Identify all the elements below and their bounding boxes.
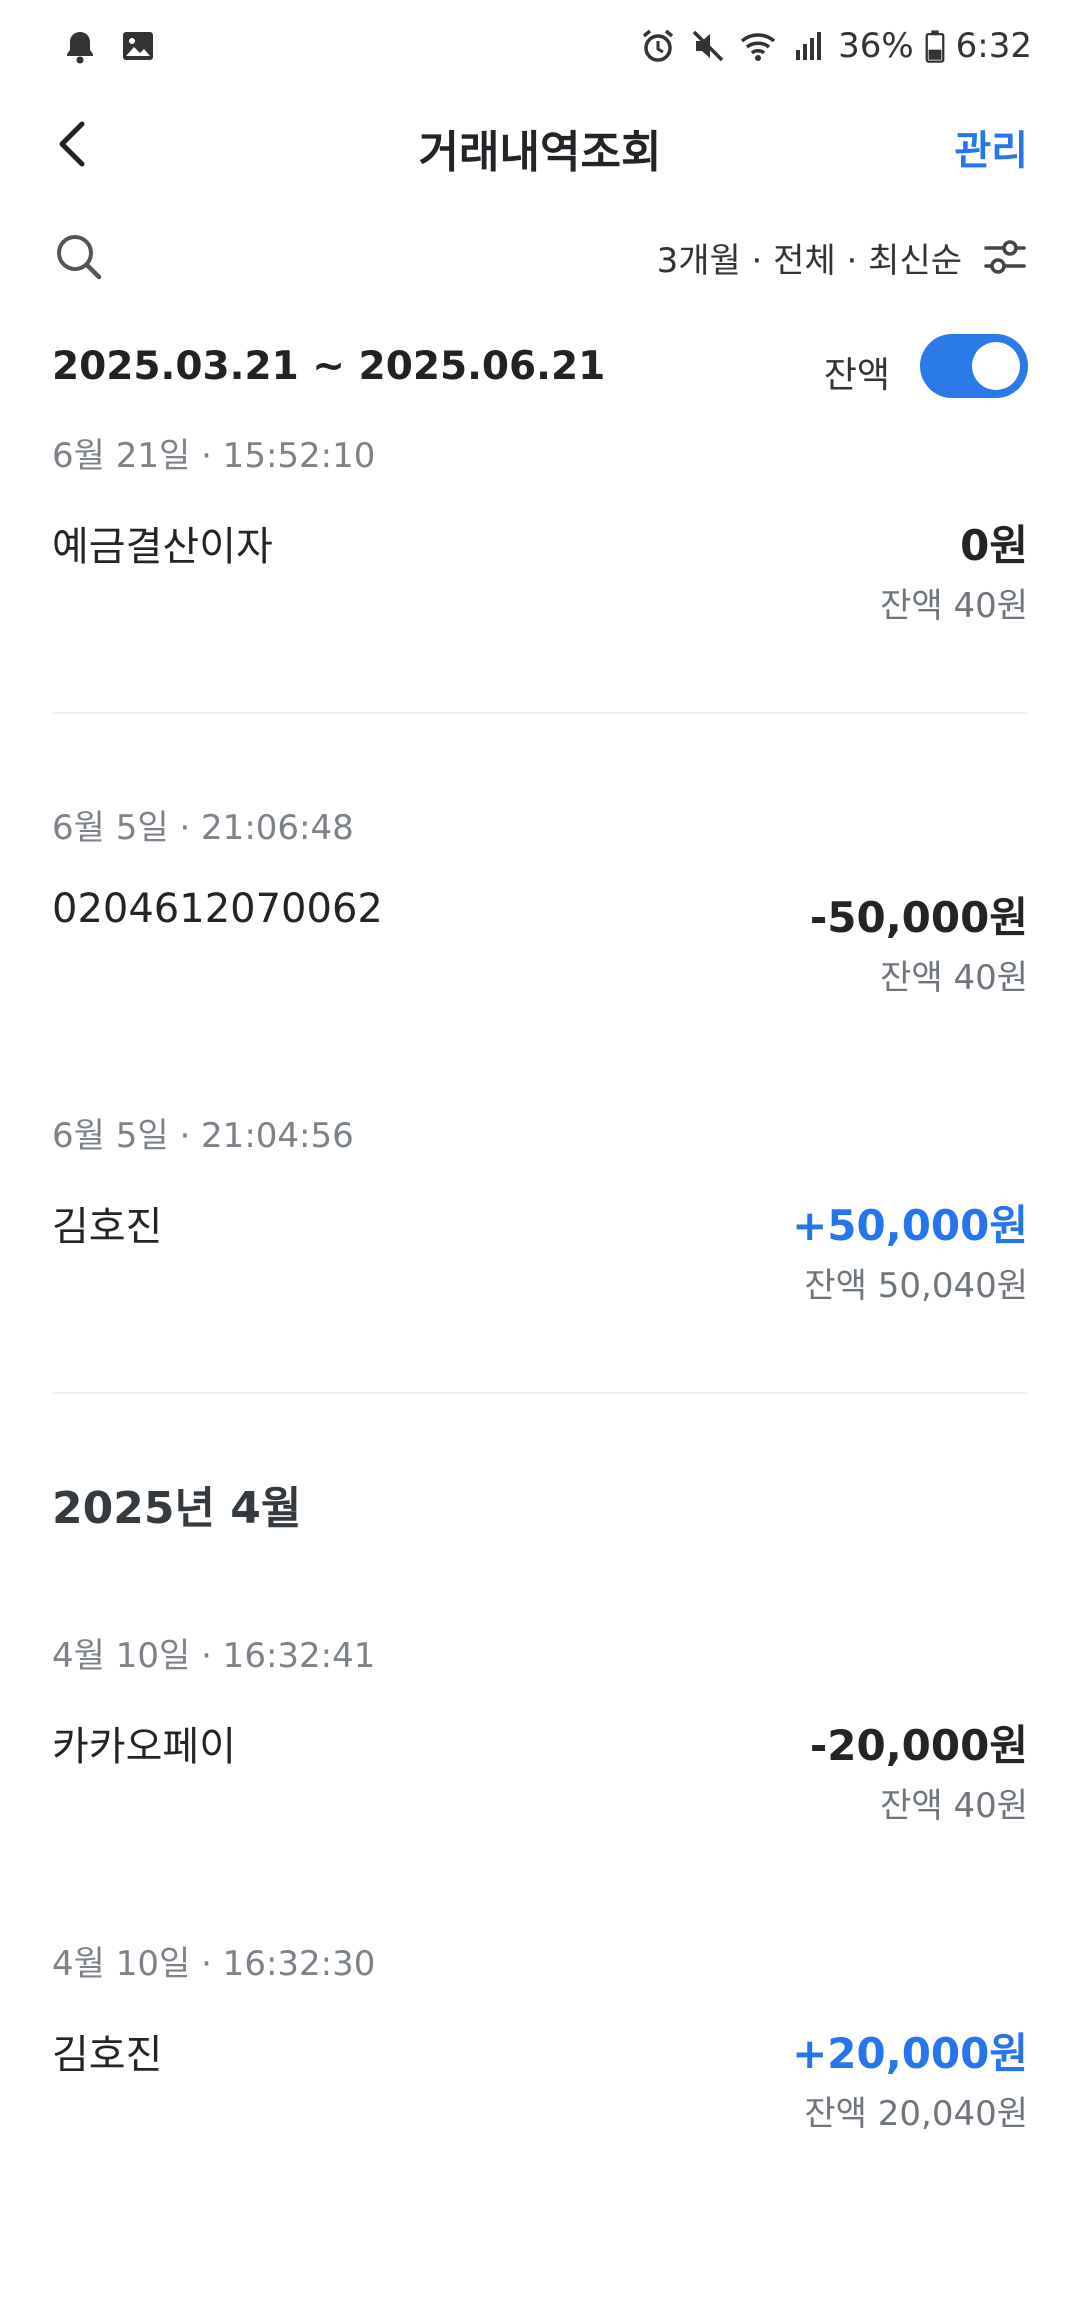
transaction-balance: 잔액 50,040원 bbox=[804, 1266, 1028, 1306]
manage-button[interactable]: 관리 bbox=[954, 118, 1028, 176]
transaction-name: 예금결산이자 bbox=[52, 524, 273, 570]
transaction-item[interactable]: 4월 10일 · 16:32:30 김호진 +20,000원 잔액 20,040… bbox=[0, 1936, 1080, 2136]
status-time: 6:32 bbox=[955, 26, 1032, 66]
filter-row: 3개월 · 전체 · 최신순 bbox=[0, 222, 1080, 292]
transaction-history-screen: 36% 6:32 거래내역조회 관리 3개월 · 전체 · 최신순 2025.0… bbox=[0, 0, 1080, 2316]
wifi-icon bbox=[740, 33, 776, 61]
transaction-name: 카카오페이 bbox=[52, 1724, 236, 1770]
page-title: 거래내역조회 bbox=[418, 127, 662, 178]
sliders-icon bbox=[984, 240, 1026, 274]
search-icon[interactable] bbox=[52, 230, 106, 284]
month-header: 2025년 4월 bbox=[52, 1483, 302, 1534]
date-range: 2025.03.21 ~ 2025.06.21 bbox=[52, 344, 606, 389]
bell-icon bbox=[67, 32, 93, 64]
date-range-row: 2025.03.21 ~ 2025.06.21 잔액 bbox=[0, 330, 1080, 404]
transaction-amount: +20,000원 bbox=[792, 2029, 1028, 2078]
mute-icon bbox=[692, 30, 724, 62]
balance-toggle-label: 잔액 bbox=[823, 355, 890, 396]
transaction-amount: 0원 bbox=[960, 521, 1028, 570]
transaction-time: 6월 5일 · 21:04:56 bbox=[52, 1116, 354, 1156]
transaction-time: 4월 10일 · 16:32:41 bbox=[52, 1636, 376, 1676]
signal-icon bbox=[796, 32, 822, 60]
balance-toggle[interactable] bbox=[920, 334, 1028, 398]
transaction-time: 4월 10일 · 16:32:30 bbox=[52, 1944, 376, 1984]
divider bbox=[52, 1392, 1028, 1394]
transaction-item[interactable]: 6월 5일 · 21:04:56 김호진 +50,000원 잔액 50,040원 bbox=[0, 1108, 1080, 1308]
transaction-item[interactable]: 4월 10일 · 16:32:41 카카오페이 -20,000원 잔액 40원 bbox=[0, 1628, 1080, 1828]
transaction-time: 6월 5일 · 21:06:48 bbox=[52, 808, 354, 848]
transaction-name: 0204612070062 bbox=[52, 886, 383, 932]
transaction-amount: -20,000원 bbox=[809, 1721, 1028, 1770]
alarm-icon bbox=[642, 29, 674, 62]
divider bbox=[52, 712, 1028, 714]
transaction-name: 김호진 bbox=[52, 1204, 163, 1250]
filter-button[interactable]: 3개월 · 전체 · 최신순 bbox=[657, 228, 1030, 286]
filter-summary: 3개월 · 전체 · 최신순 bbox=[656, 240, 962, 281]
transaction-amount: +50,000원 bbox=[792, 1201, 1028, 1250]
transaction-item[interactable]: 6월 21일 · 15:52:10 예금결산이자 0원 잔액 40원 bbox=[0, 428, 1080, 628]
status-bar: 36% 6:32 bbox=[0, 0, 1080, 92]
gallery-icon bbox=[123, 32, 153, 60]
transaction-balance: 잔액 40원 bbox=[880, 958, 1028, 998]
transaction-balance: 잔액 40원 bbox=[880, 1786, 1028, 1826]
transaction-time: 6월 21일 · 15:52:10 bbox=[52, 436, 376, 476]
transaction-balance: 잔액 40원 bbox=[880, 586, 1028, 626]
toggle-knob bbox=[972, 342, 1020, 390]
battery-icon bbox=[925, 30, 945, 63]
transaction-name: 김호진 bbox=[52, 2032, 163, 2078]
transaction-balance: 잔액 20,040원 bbox=[804, 2094, 1028, 2134]
battery-percent: 36% bbox=[838, 26, 914, 66]
transaction-item[interactable]: 6월 5일 · 21:06:48 0204612070062 -50,000원 … bbox=[0, 800, 1080, 1000]
app-header: 거래내역조회 관리 bbox=[0, 100, 1080, 188]
transaction-amount: -50,000원 bbox=[809, 893, 1028, 942]
